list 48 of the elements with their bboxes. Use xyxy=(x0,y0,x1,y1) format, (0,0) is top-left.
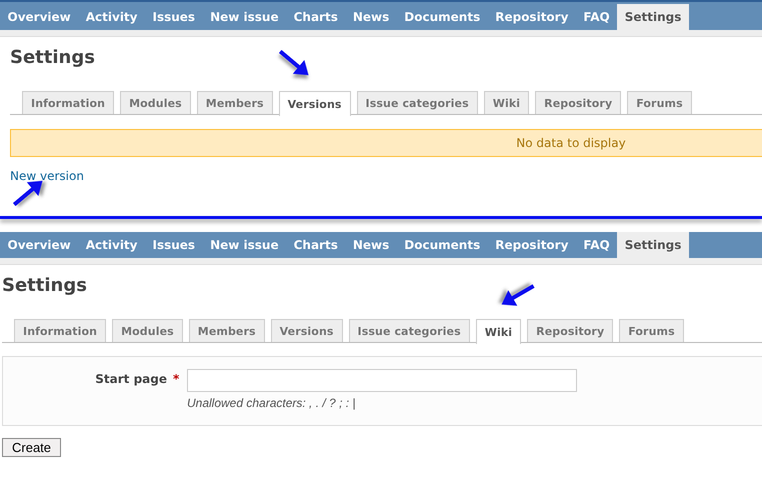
annotation-arrow xyxy=(502,284,535,306)
start-page-field[interactable] xyxy=(187,369,577,392)
section-tab[interactable]: Issue categories xyxy=(348,319,470,342)
menu-tab[interactable]: Documents xyxy=(396,232,488,258)
section-tab[interactable]: Versions xyxy=(270,319,343,342)
annotation-arrow xyxy=(12,180,43,206)
menu-tab[interactable]: Issues xyxy=(145,4,203,30)
section-tab[interactable]: Repository xyxy=(535,91,622,114)
section-tab[interactable]: Modules xyxy=(112,319,183,342)
menu-tab[interactable]: FAQ xyxy=(576,4,618,30)
page-title: Settings xyxy=(2,275,87,297)
section-tab[interactable]: Information xyxy=(22,91,114,114)
section-tab[interactable]: Wiki xyxy=(476,319,522,344)
annotation-arrow xyxy=(278,50,309,76)
menu-tab[interactable]: Settings xyxy=(617,4,689,30)
menu-tab[interactable]: Issues xyxy=(145,232,203,258)
required-mark: * xyxy=(172,371,180,388)
menu-tab[interactable]: Documents xyxy=(396,4,488,30)
menu-tab[interactable]: Settings xyxy=(617,232,689,258)
section-tab[interactable]: Modules xyxy=(120,91,191,114)
section-tab[interactable]: Versions xyxy=(278,91,351,116)
section-tab[interactable]: Information xyxy=(14,319,106,342)
menu-tab[interactable]: New issue xyxy=(202,4,286,30)
menu-tab[interactable]: Charts xyxy=(286,4,346,30)
menu-tab[interactable]: Activity xyxy=(78,232,145,258)
section-tab[interactable]: Issue categories xyxy=(356,91,478,114)
menu-tab[interactable]: News xyxy=(345,4,397,30)
create-button[interactable]: Create xyxy=(2,438,62,457)
menu-tab[interactable]: New issue xyxy=(202,232,286,258)
new-version-link[interactable]: New version xyxy=(10,169,84,183)
menu-tab[interactable]: Overview xyxy=(0,4,78,30)
field-label: Start page xyxy=(94,371,168,388)
section-tab[interactable]: Forums xyxy=(627,91,692,114)
section-tab[interactable]: Members xyxy=(196,91,273,114)
section-tab[interactable]: Wiki xyxy=(484,91,530,114)
section-tab[interactable]: Forums xyxy=(619,319,684,342)
page-title: Settings xyxy=(10,47,95,69)
menu-tab[interactable]: Activity xyxy=(78,4,145,30)
menu-tab[interactable]: Charts xyxy=(286,232,346,258)
section-tab[interactable]: Repository xyxy=(527,319,614,342)
menu-tab[interactable]: Repository xyxy=(488,232,576,258)
menu-tab[interactable]: Repository xyxy=(488,4,576,30)
menu-tab[interactable]: Overview xyxy=(0,232,78,258)
flash-notice: No data to display xyxy=(10,129,762,157)
menu-tab[interactable]: FAQ xyxy=(576,232,618,258)
menu-tab[interactable]: News xyxy=(345,232,397,258)
field-hint: Unallowed characters: , . / ? ; : | xyxy=(187,396,357,410)
section-tab[interactable]: Members xyxy=(188,319,265,342)
